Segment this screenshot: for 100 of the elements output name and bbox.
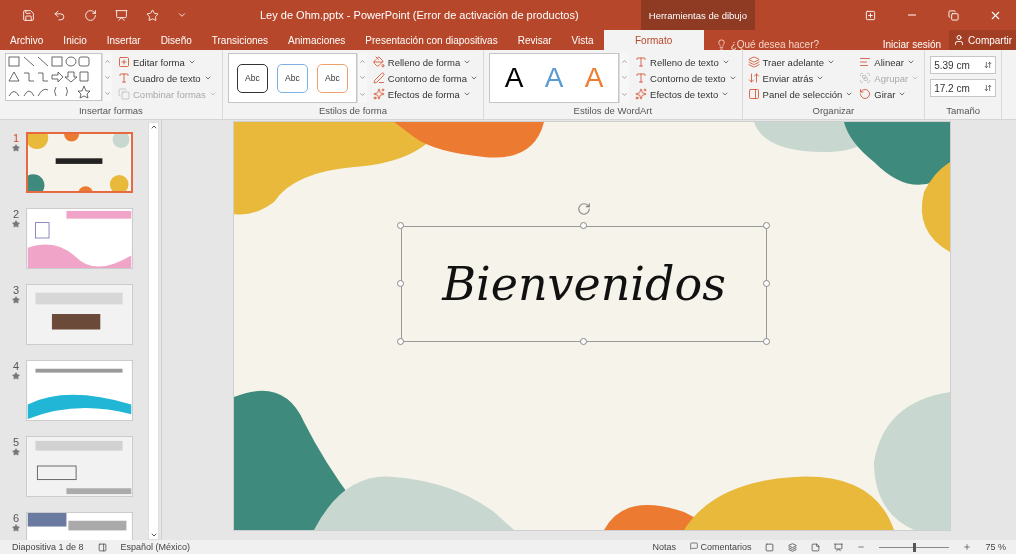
ribbon-tab[interactable]: Transiciones xyxy=(201,30,279,50)
ribbon-tab[interactable]: Animaciones xyxy=(278,30,356,50)
wordart-gallery[interactable]: A A A xyxy=(489,53,620,103)
resize-handle[interactable] xyxy=(397,338,404,345)
ribbon-command[interactable]: Girar xyxy=(859,86,920,102)
ribbon-tab[interactable]: Inicio xyxy=(53,30,97,50)
contextual-tab-label: Herramientas de dibujo xyxy=(640,0,755,30)
ribbon-tab[interactable]: Revisar xyxy=(507,30,562,50)
resize-handle[interactable] xyxy=(397,222,404,229)
group-label: Tamaño xyxy=(945,105,982,118)
search-field[interactable]: ¿Qué desea hacer? xyxy=(703,39,875,50)
zoom-out-icon[interactable] xyxy=(857,543,866,551)
resize-handle[interactable] xyxy=(397,280,404,287)
ribbon-command[interactable]: Cuadro de texto xyxy=(118,70,217,86)
normal-view-icon[interactable] xyxy=(765,542,775,552)
wordart-sample[interactable]: A xyxy=(498,62,531,94)
ribbon-command[interactable]: Enviar atrás xyxy=(747,70,854,86)
resize-handle[interactable] xyxy=(580,222,587,229)
shape-style-sample[interactable]: Abc xyxy=(236,63,268,93)
comment-icon xyxy=(689,542,698,550)
comments-button[interactable]: Comentarios xyxy=(689,542,752,552)
group-icon xyxy=(859,72,872,84)
more-icon[interactable] xyxy=(358,91,366,99)
more-icon[interactable] xyxy=(621,91,629,99)
ribbon-command[interactable]: Efectos de forma xyxy=(372,86,479,102)
zoom-in-icon[interactable] xyxy=(963,543,972,551)
slide-thumbnail[interactable] xyxy=(26,284,133,345)
group-label: Insertar formas xyxy=(78,105,144,118)
slide-number: 2 xyxy=(12,208,20,220)
slide-thumbnail[interactable] xyxy=(26,208,133,269)
ribbon-command[interactable]: Contorno de forma xyxy=(372,70,479,86)
gallery-scroll[interactable] xyxy=(619,53,630,103)
selection-pane-icon xyxy=(747,88,760,100)
undo-icon[interactable] xyxy=(53,8,66,22)
star-icon xyxy=(12,220,20,228)
ribbon-command[interactable]: Traer adelante xyxy=(747,54,854,70)
lightbulb-icon xyxy=(715,39,727,50)
rotate-icon xyxy=(859,88,872,100)
spinner-icon[interactable] xyxy=(984,61,993,69)
scrollbar[interactable] xyxy=(148,122,159,540)
width-field[interactable]: 17.2 cm xyxy=(930,79,997,97)
ribbon-command[interactable]: Editar forma xyxy=(118,54,217,70)
star-icon xyxy=(12,448,20,456)
language-label[interactable]: Español (México) xyxy=(120,542,191,552)
slide-thumbnail[interactable] xyxy=(26,436,133,497)
group-label: Organizar xyxy=(811,105,856,118)
group-label: Estilos de forma xyxy=(317,105,389,118)
ribbon-command[interactable]: Panel de selección xyxy=(747,86,854,102)
ribbon-tab[interactable]: Vista xyxy=(561,30,604,50)
ribbon-command[interactable]: Efectos de texto xyxy=(635,86,737,102)
spinner-icon[interactable] xyxy=(984,84,993,92)
star-icon xyxy=(12,372,20,380)
rotate-handle-icon[interactable] xyxy=(577,202,591,216)
shape-style-sample[interactable]: Abc xyxy=(276,63,308,93)
ribbon-command[interactable]: Relleno de texto xyxy=(635,54,737,70)
gallery-scroll[interactable] xyxy=(102,53,112,101)
save-icon[interactable] xyxy=(22,8,35,22)
shape-styles-gallery[interactable]: Abc Abc Abc xyxy=(227,53,357,103)
slideshow-icon[interactable] xyxy=(834,542,844,552)
height-field[interactable]: 5.39 cm xyxy=(930,56,997,74)
ribbon-command[interactable]: Contorno de texto xyxy=(635,70,737,86)
sign-in-link[interactable]: Iniciar sesión xyxy=(874,39,950,50)
shape-style-sample[interactable]: Abc xyxy=(316,63,348,93)
resize-handle[interactable] xyxy=(763,338,770,345)
presentation-icon[interactable] xyxy=(115,8,128,22)
text-outline-icon xyxy=(635,72,648,84)
ribbon-tab[interactable]: Insertar xyxy=(96,30,151,50)
restore-icon[interactable] xyxy=(948,9,959,21)
zoom-thumb[interactable] xyxy=(913,542,917,552)
sparkles-icon xyxy=(372,88,385,100)
scroll-up-icon[interactable] xyxy=(149,123,158,131)
person-icon xyxy=(953,34,966,46)
ribbon-tab[interactable]: Diseño xyxy=(150,30,202,50)
group-label: Estilos de WordArt xyxy=(572,105,654,118)
slide-thumbnail[interactable] xyxy=(26,360,133,421)
slide-thumbnail[interactable] xyxy=(26,132,133,193)
ribbon-tab[interactable]: Formato xyxy=(603,30,704,50)
resize-handle[interactable] xyxy=(763,222,770,229)
ribbon-command[interactable]: Alinear xyxy=(859,54,920,70)
scroll-down-icon[interactable] xyxy=(149,531,158,539)
shapes-gallery[interactable] xyxy=(5,53,102,101)
text-fill-icon xyxy=(635,56,648,68)
redo-icon[interactable] xyxy=(84,8,97,22)
share-button[interactable]: Compartir xyxy=(949,30,1016,50)
ribbon-command[interactable]: Relleno de forma xyxy=(372,54,479,70)
ribbon-tab[interactable]: Presentación con diapositivas xyxy=(355,30,508,50)
customize-caret-icon[interactable] xyxy=(177,10,187,20)
resize-handle[interactable] xyxy=(763,280,770,287)
ribbon-tab[interactable]: Archivo xyxy=(0,30,54,50)
slide-number: 6 xyxy=(12,512,20,524)
slide-number: 4 xyxy=(12,360,20,372)
text-effects-icon xyxy=(635,88,648,100)
slide-info: Diapositiva 1 de 8 xyxy=(12,542,84,552)
zoom-percentage[interactable]: 75 % xyxy=(985,542,1016,552)
resize-handle[interactable] xyxy=(580,338,587,345)
notes-button[interactable]: Notas xyxy=(652,542,676,552)
text-box-icon xyxy=(118,72,130,84)
more-icon[interactable] xyxy=(104,89,111,97)
gallery-scroll[interactable] xyxy=(356,53,367,103)
ribbon-display-icon[interactable] xyxy=(865,9,876,21)
